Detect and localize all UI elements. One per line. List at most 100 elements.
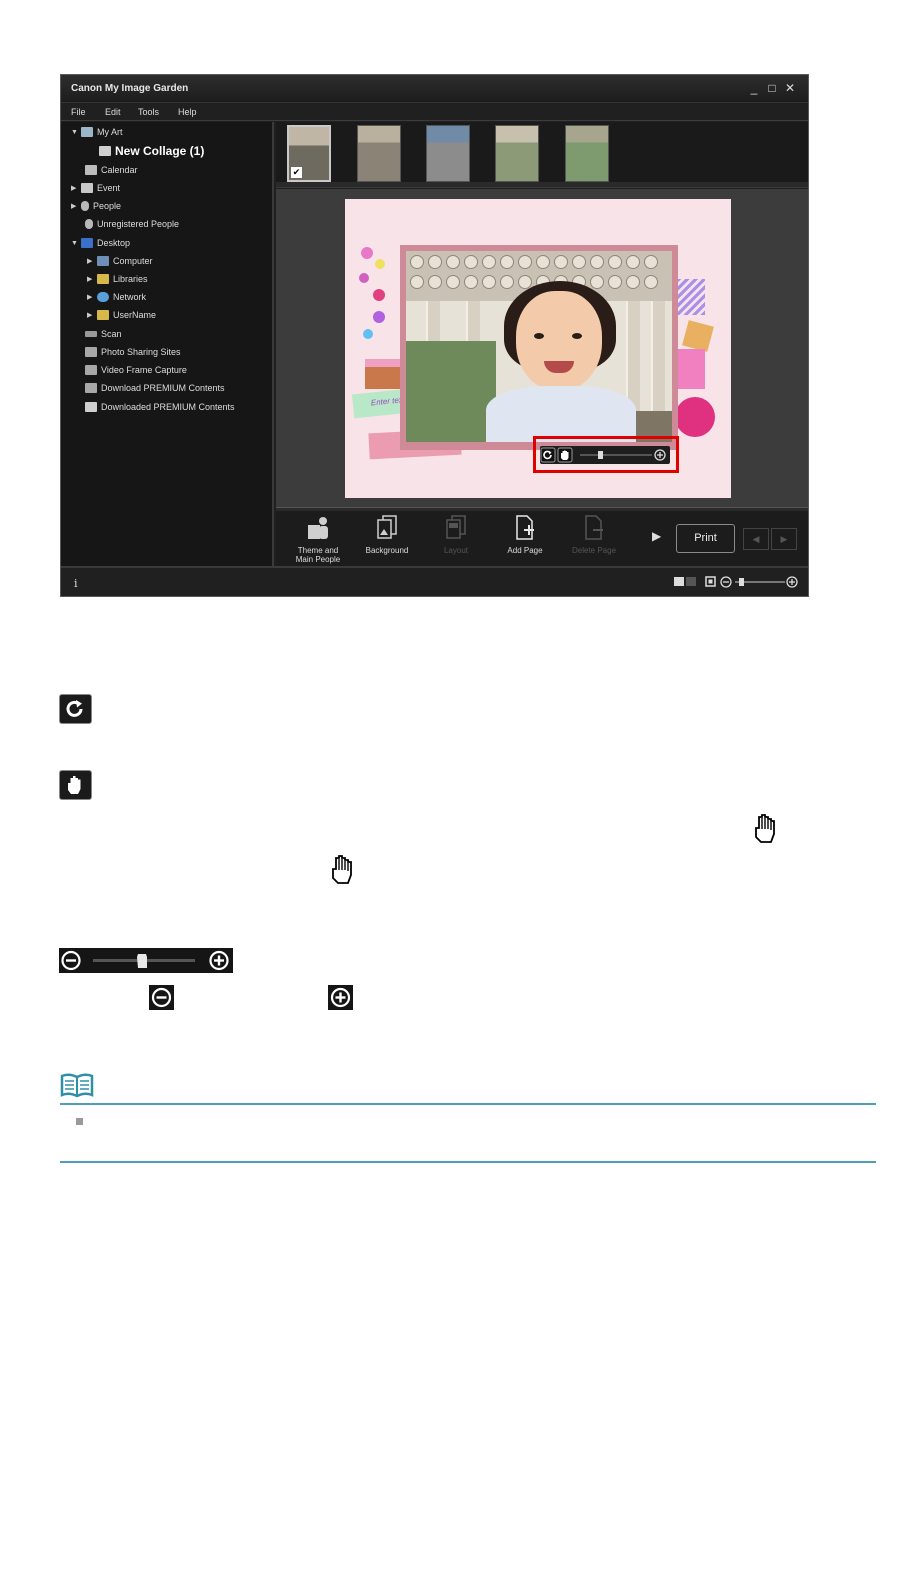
people-icon [81,201,89,211]
flower-decoration [361,247,373,259]
zoom-slider [59,948,233,973]
hand-grab-cursor-icon [332,855,352,884]
maximize-icon[interactable]: □ [766,81,778,95]
menu-help[interactable]: Help [178,107,197,117]
window-title: Canon My Image Garden [71,83,189,94]
thumbnail-scrollbar[interactable] [276,182,808,187]
slider-thumb [137,954,147,968]
sidebar-item-my-art[interactable]: ▼ My Art [71,124,123,140]
sidebar-item-libraries[interactable]: ▶ Libraries [87,271,148,287]
highlight-box [533,436,679,473]
sidebar-item-computer[interactable]: ▶ Computer [87,253,153,269]
photo-frame[interactable] [400,245,678,450]
thumbnail-2[interactable] [357,125,401,182]
sidebar-item-downloaded-premium[interactable]: Downloaded PREMIUM Contents [85,399,235,415]
network-icon [97,292,109,302]
background-icon [377,515,397,539]
thumbnail-strip: ✔ [276,122,808,188]
sidebar: ▼ My Art New Collage (1) Calendar ▶ Even… [61,122,274,566]
hand-icon[interactable] [557,447,573,463]
libraries-icon [97,274,109,284]
note-book-icon [60,1073,94,1098]
menu-file[interactable]: File [71,107,86,117]
collage-icon [99,146,111,156]
theme-people-icon [308,517,328,539]
menu-edit[interactable]: Edit [105,107,121,117]
scan-icon [85,331,97,337]
desktop-icon [81,238,93,248]
view-mode-icon[interactable] [674,577,696,586]
bottom-toolbar: Theme and Main People Background Layout [276,511,808,566]
sidebar-item-download-premium[interactable]: Download PREMIUM Contents [85,380,225,396]
layout-button[interactable]: Layout [426,515,486,563]
zoom-in-icon[interactable] [654,449,666,461]
flower-decoration [359,273,369,283]
previous-page-button[interactable]: ◀ [743,528,769,550]
print-button[interactable]: Print [676,524,735,553]
flower-decoration [375,259,385,269]
layout-icon [446,515,466,539]
collage-page[interactable]: Enter tex [345,199,731,498]
calendar-icon [85,165,97,175]
thumbnail-3[interactable] [426,125,470,182]
sidebar-item-calendar[interactable]: Calendar [85,162,138,178]
menu-tools[interactable]: Tools [138,107,159,117]
app-window: Canon My Image Garden _ □ ✕ File Edit To… [60,74,809,597]
add-page-icon [516,515,534,540]
flower-decoration [363,329,373,339]
theme-and-main-people-button[interactable]: Theme and Main People [288,515,348,564]
zoom-out-icon[interactable] [720,576,732,588]
thumbnail-4[interactable] [495,125,539,182]
zoom-slider[interactable] [580,451,652,459]
sidebar-item-video-frame-capture[interactable]: Video Frame Capture [85,362,187,378]
zoom-in-icon[interactable] [786,576,798,588]
note-divider-top [60,1103,876,1105]
background-button[interactable]: Background [357,515,417,563]
unregistered-people-icon [85,219,93,229]
flower-decoration [373,289,385,301]
sidebar-item-unregistered-people[interactable]: Unregistered People [85,216,179,232]
hand-cursor-icon [755,814,775,843]
image-control-bar [540,446,670,464]
download-premium-icon [85,383,97,393]
sidebar-item-event[interactable]: ▶ Event [71,180,120,196]
rotate-icon[interactable] [540,447,556,463]
delete-page-button[interactable]: Delete Page [564,515,624,563]
my-art-icon [81,127,93,137]
note-bullet [76,1118,83,1125]
user-folder-icon [97,310,109,320]
zoom-out-icon [149,985,174,1010]
edit-canvas: Enter tex [276,189,808,507]
thumbnail-5[interactable] [565,125,609,182]
add-page-button[interactable]: Add Page [495,515,555,563]
zoom-in-icon [209,950,229,971]
sidebar-item-people[interactable]: ▶ People [71,198,121,214]
event-icon [81,183,93,193]
sidebar-item-username[interactable]: ▶ UserName [87,307,156,323]
expand-toolbar-icon[interactable]: ▶ [652,529,661,543]
close-icon[interactable]: ✕ [784,81,796,95]
note-divider-bottom [60,1161,876,1163]
minimize-icon[interactable]: _ [748,81,760,95]
info-icon[interactable]: i [74,577,78,590]
flower-bouquet-decoration [675,397,715,437]
status-bar: i [61,566,808,596]
check-icon: ✔ [291,167,302,178]
hand-icon [59,770,92,800]
photo-image[interactable] [406,251,672,442]
sidebar-item-new-collage[interactable]: New Collage (1) [99,143,204,159]
sidebar-item-scan[interactable]: Scan [85,326,122,342]
video-frame-icon [85,365,97,375]
sidebar-item-photo-sharing-sites[interactable]: Photo Sharing Sites [85,344,181,360]
downloaded-premium-icon [85,402,97,412]
thumbnail-1[interactable]: ✔ [287,125,331,182]
gift-decoration [682,320,714,352]
flower-decoration [373,311,385,323]
sidebar-item-desktop[interactable]: ▼ Desktop [71,235,130,251]
title-bar: Canon My Image Garden _ □ ✕ [61,75,808,103]
next-page-button[interactable]: ▶ [771,528,797,550]
sidebar-item-network[interactable]: ▶ Network [87,289,146,305]
fit-page-icon[interactable] [705,576,716,587]
pattern-decoration [677,279,705,315]
status-zoom-slider[interactable] [735,578,785,586]
